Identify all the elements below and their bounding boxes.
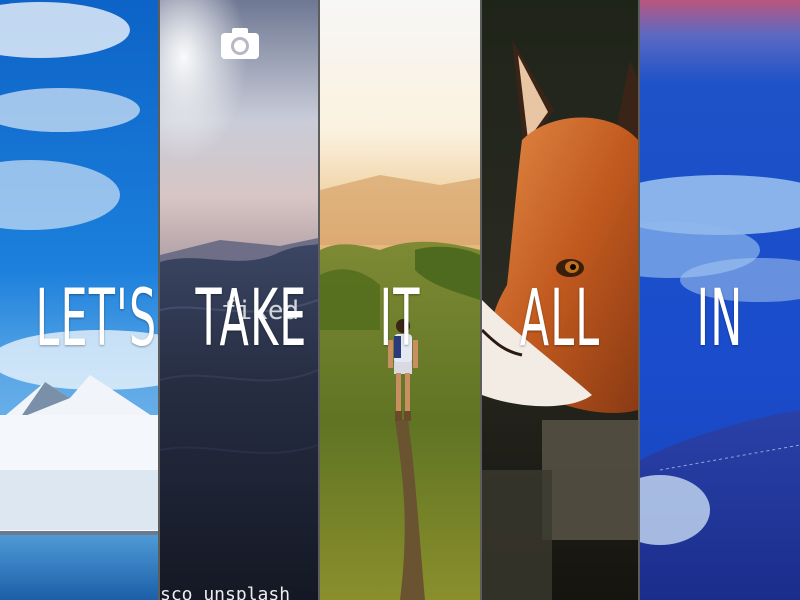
blue-sky-image [640, 0, 800, 600]
mountain-lake-image [0, 0, 158, 600]
panel-ocean-wave[interactable]: TAKE [160, 0, 318, 600]
photo-credit-link[interactable]: sco unsplash [160, 584, 290, 600]
carousel-stage: LET'S TAKE IT ALL IN fiked sco unsplash [0, 0, 800, 600]
panel-hiker-trail[interactable]: IT [320, 0, 480, 600]
panel-blue-sky[interactable]: IN [640, 0, 800, 600]
panel-red-fox[interactable]: ALL [482, 0, 638, 600]
hiker-trail-image [320, 0, 480, 600]
red-fox-image [482, 0, 638, 600]
panel-mountain-lake[interactable]: LET'S [0, 0, 158, 600]
ocean-wave-image [160, 0, 318, 600]
camera-icon-glyph [221, 28, 259, 59]
camera-icon[interactable] [220, 26, 260, 60]
